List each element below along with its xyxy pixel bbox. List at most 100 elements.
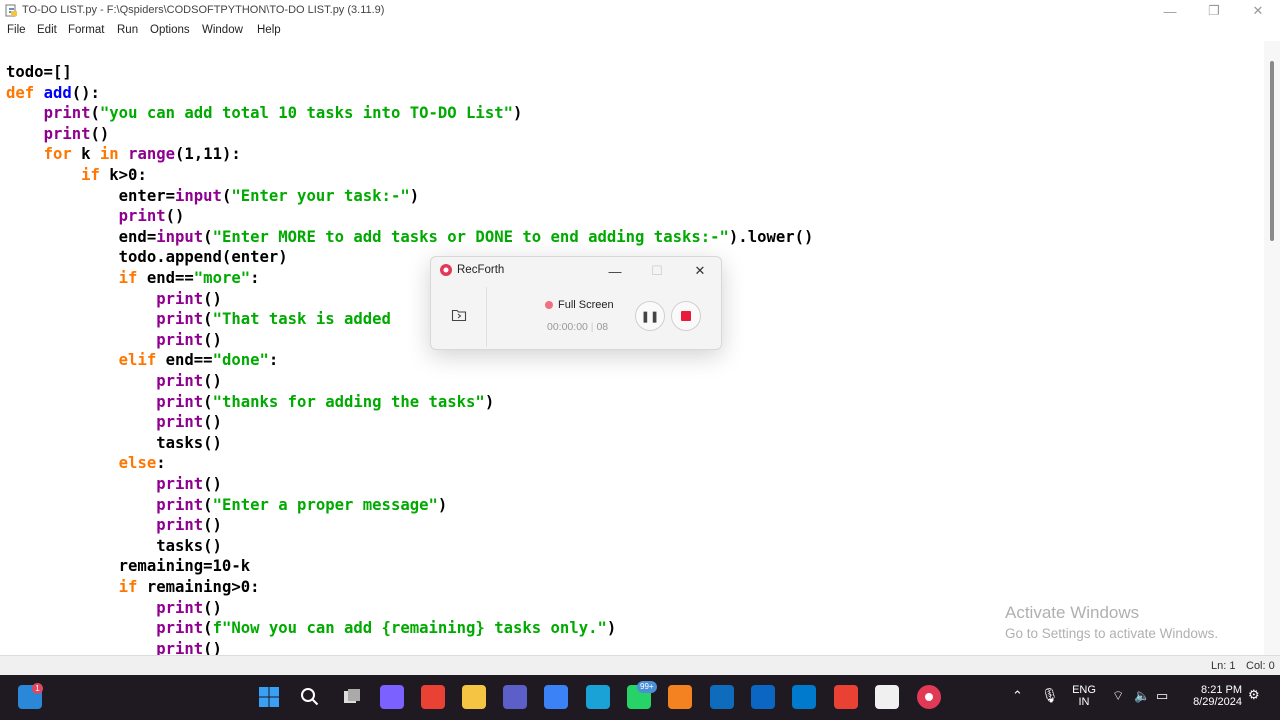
code-line[interactable]: remaining=10-k — [6, 556, 250, 577]
notification-icon[interactable]: ⚙ — [1248, 687, 1260, 703]
vertical-scrollbar[interactable] — [1264, 41, 1280, 655]
code-token: () — [165, 207, 185, 226]
code-token: () — [203, 330, 222, 349]
search-icon[interactable] — [298, 685, 322, 709]
code-line[interactable]: print() — [6, 639, 222, 655]
code-token: print — [156, 392, 204, 411]
code-token: print — [156, 330, 204, 349]
code-line[interactable]: else: — [6, 453, 166, 474]
recforth-logo-icon — [440, 264, 452, 276]
recforth-divider — [486, 287, 487, 347]
recforth-minimize-button[interactable]: — — [602, 260, 628, 282]
code-line[interactable]: if end=="more": — [6, 268, 260, 289]
language-indicator[interactable]: ENG IN — [1072, 684, 1096, 708]
menu-help[interactable]: Help — [257, 24, 281, 36]
code-token: todo=[] — [6, 63, 72, 81]
menu-edit[interactable]: Edit — [37, 24, 57, 36]
code-line[interactable]: elif end=="done": — [6, 350, 279, 371]
vscode-icon[interactable] — [792, 685, 816, 709]
code-token: if — [118, 269, 138, 287]
recforth-maximize-button[interactable]: ☐ — [644, 260, 670, 282]
minimize-button[interactable]: — — [1148, 0, 1192, 22]
code-line[interactable]: enter=input("Enter your task:-") — [6, 186, 419, 207]
show-hidden-icons-chevron-icon[interactable]: ⌃ — [1012, 688, 1023, 704]
vlc-icon[interactable] — [668, 685, 692, 709]
code-token: () — [203, 598, 222, 617]
code-token: () — [203, 639, 222, 655]
code-token: print — [156, 289, 204, 308]
code-line[interactable]: print("thanks for adding the tasks") — [6, 392, 494, 413]
maximize-button[interactable]: ❐ — [1192, 0, 1236, 22]
code-line[interactable]: todo=[] — [6, 62, 72, 83]
scrollbar-thumb[interactable] — [1270, 61, 1274, 241]
recforth-icon[interactable] — [917, 685, 941, 709]
code-line[interactable]: print() — [6, 289, 222, 310]
code-token: range — [128, 145, 176, 164]
start-icon[interactable] — [257, 685, 281, 709]
file-explorer-icon[interactable] — [462, 685, 486, 709]
linkedin-icon[interactable] — [751, 685, 775, 709]
code-token: (): — [71, 83, 100, 102]
code-token: for — [43, 145, 72, 164]
code-line[interactable]: print() — [6, 515, 222, 536]
folder-icon[interactable] — [451, 307, 467, 323]
code-token: (1,11): — [175, 145, 241, 164]
code-token: () — [203, 372, 222, 390]
stop-button[interactable] — [671, 301, 701, 331]
code-line[interactable]: print("Enter a proper message") — [6, 495, 447, 516]
menu-file[interactable]: File — [7, 24, 26, 36]
line-number: Ln: 1 — [1211, 660, 1236, 672]
copilot-icon[interactable] — [380, 685, 404, 709]
chrome2-icon[interactable] — [834, 685, 858, 709]
code-token: f"Now you can add {remaining} tasks only… — [212, 619, 607, 638]
code-line[interactable]: for k in range(1,11): — [6, 144, 241, 165]
battery-icon[interactable]: ▭ — [1156, 688, 1168, 704]
code-line[interactable]: print() — [6, 124, 110, 145]
python-idle-icon[interactable] — [875, 685, 899, 709]
code-token: print — [156, 495, 204, 514]
code-token: ( — [203, 392, 213, 411]
code-line[interactable]: print("That task is added — [6, 309, 391, 330]
code-line[interactable]: tasks() — [6, 433, 222, 454]
menu-format[interactable]: Format — [68, 24, 104, 36]
menu-window[interactable]: Window — [202, 24, 243, 36]
pause-button[interactable]: ❚❚ — [635, 301, 665, 331]
store-icon[interactable] — [544, 685, 568, 709]
code-token: end== — [156, 351, 213, 370]
code-line[interactable]: print("you can add total 10 tasks into T… — [6, 103, 523, 124]
code-line[interactable]: print() — [6, 371, 222, 392]
code-line[interactable]: end=input("Enter MORE to add tasks or DO… — [6, 227, 814, 248]
code-line[interactable]: if remaining>0: — [6, 577, 260, 598]
wifi-icon[interactable]: ⌔ — [1112, 688, 1124, 704]
code-line[interactable]: def add(): — [6, 83, 100, 104]
code-line[interactable]: todo.append(enter) — [6, 247, 288, 268]
chrome-icon[interactable] — [421, 685, 445, 709]
microphone-icon[interactable]: 🎙 — [1041, 687, 1059, 704]
code-line[interactable]: print() — [6, 330, 222, 351]
teams-icon[interactable] — [503, 685, 527, 709]
task-view-icon[interactable] — [340, 685, 364, 709]
clock[interactable]: 8:21 PM 8/29/2024 — [1186, 684, 1242, 708]
code-line[interactable]: tasks() — [6, 536, 222, 557]
code-line[interactable]: print() — [6, 412, 222, 433]
code-line[interactable]: print() — [6, 206, 185, 227]
code-line[interactable]: print() — [6, 474, 222, 495]
menu-options[interactable]: Options — [150, 24, 190, 36]
code-line[interactable]: print(f"Now you can add {remaining} task… — [6, 618, 616, 639]
code-line[interactable]: if k>0: — [6, 165, 147, 186]
recforth-close-button[interactable]: ✕ — [687, 260, 713, 282]
code-line[interactable]: print() — [6, 598, 222, 619]
close-button[interactable]: ✕ — [1236, 0, 1280, 22]
volume-icon[interactable]: 🔈 — [1134, 688, 1150, 704]
outlook-icon[interactable] — [710, 685, 734, 709]
menu-run[interactable]: Run — [117, 24, 138, 36]
timer-suffix: 08 — [596, 321, 609, 333]
edge-icon[interactable] — [586, 685, 610, 709]
